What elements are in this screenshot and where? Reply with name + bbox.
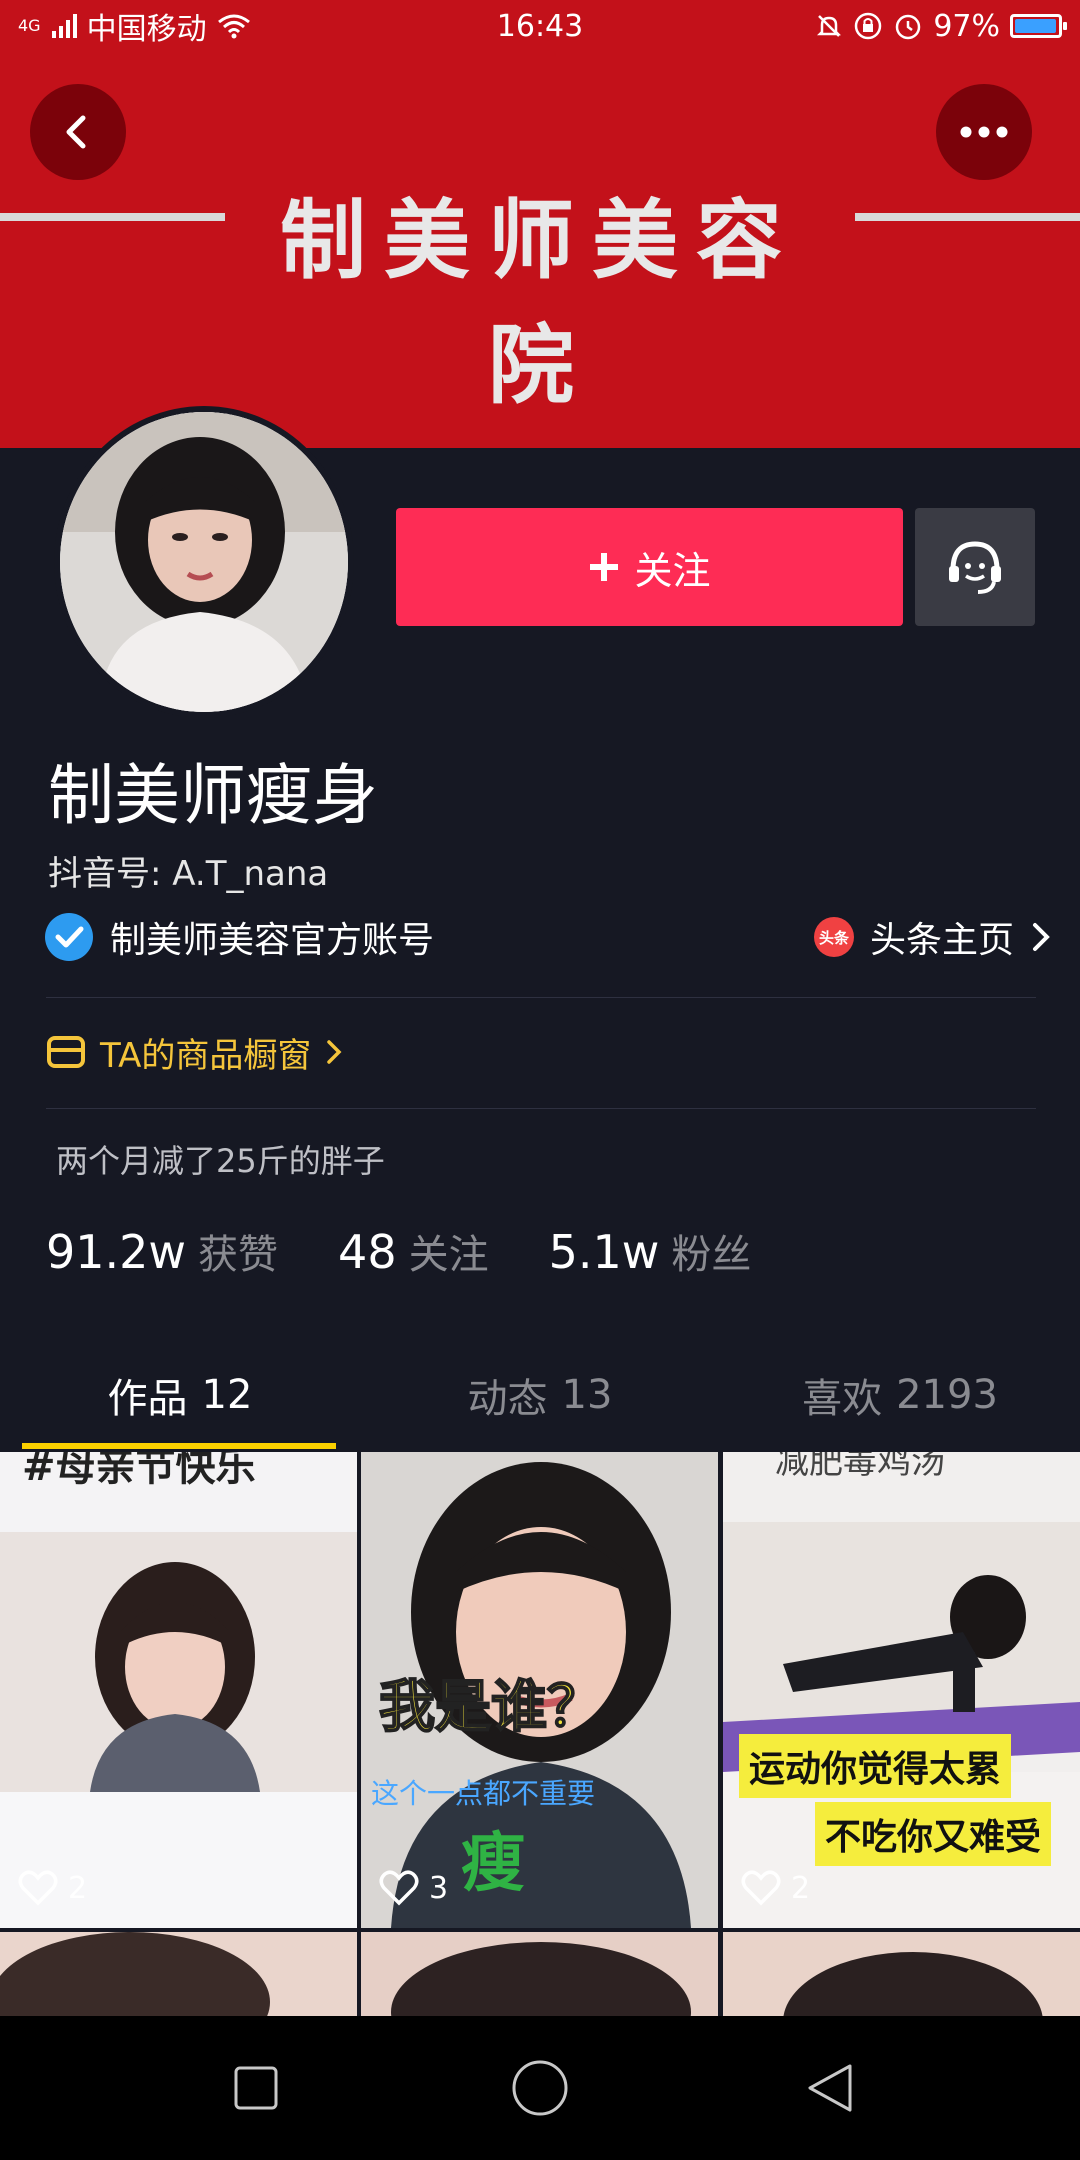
heart-icon <box>379 1870 419 1906</box>
rotation-lock-icon <box>855 12 882 40</box>
wifi-icon <box>217 14 250 39</box>
stat-value: 5.1w <box>548 1225 660 1279</box>
stat-following[interactable]: 48 关注 <box>338 1222 489 1280</box>
tab-label: 作品 <box>107 1376 188 1422</box>
video-tile[interactable] <box>0 1932 357 2016</box>
tab-label: 动态 <box>467 1376 548 1422</box>
stat-likes: 91.2w 获赞 <box>46 1222 278 1280</box>
battery-icon <box>1010 14 1067 38</box>
banner-title: 制美师美容院 <box>280 191 800 416</box>
video-caption-line: 不吃你又难受 <box>815 1802 1052 1866</box>
home-button[interactable] <box>510 2058 570 2118</box>
heart-icon <box>18 1870 58 1906</box>
shop-window-link[interactable]: TA的商品橱窗 <box>46 1026 343 1078</box>
video-caption: #母亲节快乐 <box>22 1452 256 1490</box>
video-tile[interactable] <box>723 1932 1080 2016</box>
nickname: 制美师瘦身 <box>48 757 378 834</box>
video-tag: 瘦 <box>461 1827 525 1901</box>
recent-apps-button[interactable] <box>226 2058 286 2118</box>
chevron-right-icon <box>1033 923 1050 951</box>
douyin-id: 抖音号: A.T_nana <box>48 854 329 894</box>
tab-count: 12 <box>201 1372 253 1418</box>
alarm-icon <box>896 14 921 40</box>
back-nav-button[interactable] <box>800 2058 860 2118</box>
video-likes: 2 <box>18 1870 87 1906</box>
circle-icon <box>512 2060 568 2116</box>
plus-icon <box>590 553 619 581</box>
verification-row: 制美师美容官方账号 头条 头条主页 <box>44 908 1052 966</box>
banner-line-left <box>0 213 225 221</box>
more-horizontal-icon <box>960 126 1008 138</box>
toutiao-logo-icon: 头条 <box>813 917 854 957</box>
toutiao-label: 头条主页 <box>869 920 1014 961</box>
stat-value: 91.2w <box>46 1225 187 1279</box>
chevron-left-icon <box>66 115 86 149</box>
chevron-right-icon <box>327 1040 342 1064</box>
battery-percent: 97% <box>933 8 1000 44</box>
video-thumbnail <box>723 1932 1080 2016</box>
tab-count: 2193 <box>896 1372 998 1418</box>
avatar-image <box>60 412 348 712</box>
stat-value: 48 <box>338 1225 397 1279</box>
tab-dynamics[interactable]: 动态 13 <box>360 1345 720 1445</box>
stats-row: 91.2w 获赞 48 关注 5.1w 粉丝 <box>46 1222 751 1280</box>
network-type: 4G <box>18 16 41 35</box>
follow-label: 关注 <box>634 548 711 593</box>
bio: 两个月减了25斤的胖子 <box>56 1142 385 1180</box>
system-navigation-bar <box>0 2016 1080 2160</box>
stat-label: 获赞 <box>198 1232 279 1278</box>
video-caption: 减肥毒鸡汤 <box>775 1452 945 1482</box>
signal-icon <box>51 14 77 38</box>
status-bar: 4G 中国移动 16:43 97% <box>0 0 1080 52</box>
shop-label: TA的商品橱窗 <box>100 1035 312 1076</box>
toutiao-homepage-link[interactable]: 头条 头条主页 <box>813 911 1052 963</box>
video-thumbnail <box>0 1452 357 1928</box>
headset-icon <box>949 541 1001 594</box>
square-icon <box>234 2066 278 2110</box>
tab-works[interactable]: 作品 12 <box>0 1345 360 1449</box>
stat-label: 关注 <box>408 1232 489 1278</box>
verified-text: 制美师美容官方账号 <box>110 920 435 961</box>
tab-count: 13 <box>561 1372 613 1418</box>
divider <box>46 997 1036 998</box>
video-likes: 3 <box>379 1870 448 1906</box>
video-caption: 我是谁？ <box>378 1674 604 1741</box>
video-thumbnail <box>0 1932 357 2016</box>
likes-count: 3 <box>429 1870 449 1906</box>
video-tile[interactable]: 我是谁？ 这个一点都不重要 瘦 3 <box>361 1452 718 1928</box>
avatar[interactable] <box>60 412 348 712</box>
mute-bell-icon <box>817 15 842 37</box>
video-tile[interactable]: 减肥毒鸡汤 运动你觉得太累 不吃你又难受 2 <box>723 1452 1080 1928</box>
tab-label: 喜欢 <box>802 1376 883 1422</box>
video-subcaption: 这个一点都不重要 <box>371 1777 596 1810</box>
heart-icon <box>741 1870 781 1906</box>
stat-label: 粉丝 <box>671 1232 752 1278</box>
likes-count: 2 <box>791 1870 811 1906</box>
battery-fill <box>1015 19 1056 33</box>
carrier-name: 中国移动 <box>86 12 207 47</box>
back-button[interactable] <box>30 84 126 180</box>
video-caption-line: 运动你觉得太累 <box>739 1734 1012 1798</box>
content-tabs: 作品 12 动态 13 喜欢 2193 <box>0 1345 1080 1449</box>
follow-button[interactable]: 关注 <box>396 508 903 626</box>
customer-service-button[interactable] <box>915 508 1035 626</box>
video-tile[interactable]: #母亲节快乐 2 <box>0 1452 357 1928</box>
video-thumbnail <box>361 1932 718 2016</box>
more-button[interactable] <box>936 84 1032 180</box>
profile-banner: 制美师美容院 <box>0 0 1080 448</box>
shop-icon <box>47 1036 85 1068</box>
tab-likes[interactable]: 喜欢 2193 <box>720 1345 1080 1445</box>
video-likes: 2 <box>741 1870 810 1906</box>
video-tile[interactable] <box>361 1932 718 2016</box>
stat-followers[interactable]: 5.1w 粉丝 <box>549 1222 752 1280</box>
triangle-back-icon <box>808 2064 852 2112</box>
verified-check-icon <box>45 913 93 961</box>
banner-line-right <box>855 213 1080 221</box>
divider <box>46 1108 1036 1109</box>
likes-count: 2 <box>68 1870 88 1906</box>
